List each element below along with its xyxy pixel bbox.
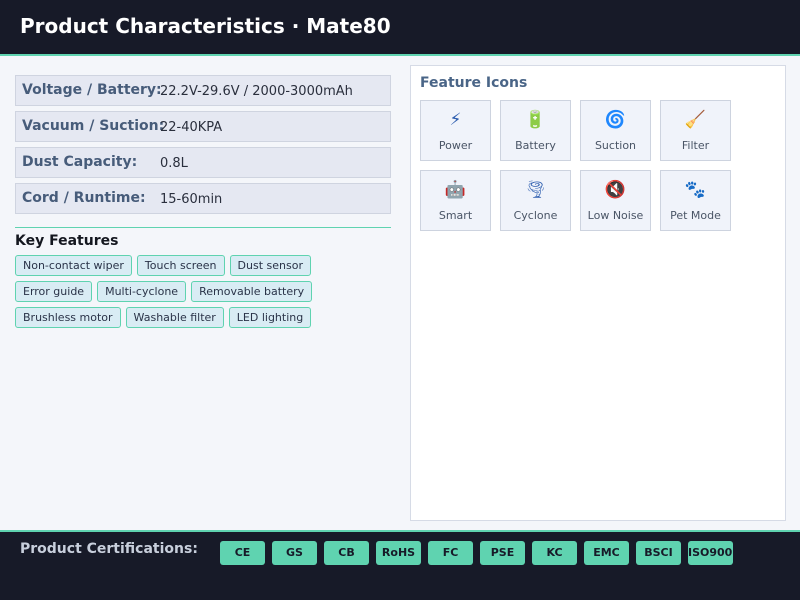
feature-chip: Washable filter (125, 307, 224, 328)
cert-badge-bsci: BSCI (636, 541, 681, 565)
feature-tile-label: Smart (438, 209, 473, 222)
spec-list: Voltage / Battery: 22.2V-29.6V / 2000-30… (15, 75, 391, 219)
feature-chip: Touch screen (136, 255, 225, 276)
spec-label: Cord / Runtime: (22, 190, 146, 206)
spec-row-suction: Vacuum / Suction: 22-40KPA (15, 111, 391, 142)
paw-icon: 🐾 (684, 180, 707, 200)
cert-badge-gs: GS (272, 541, 317, 565)
spec-value: 22-40KPA (160, 120, 223, 135)
page-title: Product Characteristics · Mate80 (20, 14, 391, 38)
feature-chip: LED lighting (228, 307, 312, 328)
feature-tile-label: Suction (594, 139, 637, 152)
cert-badge-ce: CE (220, 541, 265, 565)
feature-chip: Multi-cyclone (97, 281, 187, 302)
cyclone-icon: 🌀 (604, 110, 627, 130)
feature-tile-battery: 🔋 Battery (500, 100, 571, 161)
lightning-icon: ⚡ (449, 110, 462, 130)
feature-tile-smart: 🤖 Smart (420, 170, 491, 231)
cert-badge-iso9001: ISO9001 (688, 541, 733, 565)
feature-tile-cyclone: 🌪 Cyclone (500, 170, 571, 231)
feature-tile-label: Pet Mode (670, 209, 721, 222)
spec-value: 0.8L (160, 156, 188, 171)
key-features-title: Key Features (15, 233, 119, 249)
feature-chip: Error guide (15, 281, 93, 302)
battery-icon: 🔋 (524, 110, 547, 130)
spec-row-runtime: Cord / Runtime: 15-60min (15, 183, 391, 214)
spec-value: 15-60min (160, 192, 223, 207)
feature-tile-suction: 🌀 Suction (580, 100, 651, 161)
cert-badge-emc: EMC (584, 541, 629, 565)
tornado-icon: 🌪 (524, 180, 547, 200)
spec-value: 22.2V-29.6V / 2000-3000mAh (160, 84, 353, 99)
feature-tile-low-noise: 🔇 Low Noise (580, 170, 651, 231)
key-features-list: Non-contact wiper Touch screen Dust sens… (15, 255, 395, 333)
feature-tile-filter: 🧹 Filter (660, 100, 731, 161)
cert-badge-rohs: RoHS (376, 541, 421, 565)
filter-icon: 🧹 (684, 110, 707, 130)
feature-chip: Brushless motor (15, 307, 121, 328)
spec-row-dust-capacity: Dust Capacity: 0.8L (15, 147, 391, 178)
cert-badge-pse: PSE (480, 541, 525, 565)
feature-chip: Dust sensor (229, 255, 311, 276)
spec-label: Dust Capacity: (22, 154, 138, 170)
spec-label: Vacuum / Suction: (22, 118, 165, 134)
feature-chip: Non-contact wiper (15, 255, 132, 276)
feature-tile-pet-mode: 🐾 Pet Mode (660, 170, 731, 231)
robot-icon: 🤖 (444, 180, 467, 200)
cert-badge-fc: FC (428, 541, 473, 565)
feature-tile-power: ⚡ Power (420, 100, 491, 161)
footer-bar: Product Certifications: CE GS CB RoHS FC… (0, 530, 800, 600)
feature-tile-label: Cyclone (513, 209, 558, 222)
feature-tile-label: Filter (681, 139, 710, 152)
certifications-label: Product Certifications: (20, 541, 198, 557)
feature-tile-label: Power (438, 139, 473, 152)
spec-label: Voltage / Battery: (22, 82, 162, 98)
mute-icon: 🔇 (604, 180, 627, 200)
feature-tile-label: Low Noise (587, 209, 644, 222)
section-divider (15, 227, 391, 228)
feature-tile-label: Battery (515, 139, 556, 152)
feature-chip: Removable battery (191, 281, 313, 302)
spec-row-voltage: Voltage / Battery: 22.2V-29.6V / 2000-30… (15, 75, 391, 106)
feature-icons-panel: Feature Icons ⚡ Power 🔋 Battery 🌀 Suctio… (410, 65, 786, 521)
cert-badge-kc: KC (532, 541, 577, 565)
cert-badge-cb: CB (324, 541, 369, 565)
header-bar: Product Characteristics · Mate80 (0, 0, 800, 56)
feature-icons-title: Feature Icons (420, 75, 528, 91)
